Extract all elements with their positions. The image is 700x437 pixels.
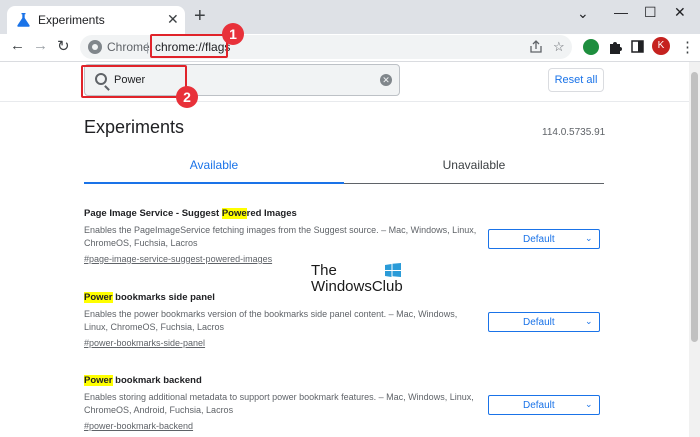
- annotation-badge-2: 2: [176, 86, 198, 108]
- share-icon[interactable]: [529, 40, 543, 54]
- chevron-down-icon: ⌄: [585, 233, 593, 243]
- watermark-line2: WindowsClub: [311, 278, 403, 295]
- windows-logo-icon: [385, 263, 401, 277]
- grammarly-icon[interactable]: [583, 39, 599, 55]
- tabs-row: Available Unavailable: [84, 150, 604, 184]
- chrome-icon: [88, 40, 102, 54]
- chevron-down-icon: ⌄: [585, 316, 593, 326]
- extensions-icon[interactable]: [608, 40, 622, 54]
- clear-search-icon[interactable]: ✕: [380, 74, 392, 86]
- flag-title-text: Page Image Service - Suggest: [84, 208, 222, 219]
- reload-button[interactable]: ↻: [57, 37, 70, 55]
- menu-icon[interactable]: ⋮: [680, 38, 695, 56]
- search-highlight: Power: [84, 375, 113, 386]
- tab-title: Experiments: [38, 13, 105, 27]
- watermark: The WindowsClub: [311, 262, 403, 295]
- omnibox-chrome-label: Chrome: [107, 40, 150, 54]
- flag-title: Page Image Service - Suggest Powered Ima…: [84, 208, 604, 221]
- reset-all-button[interactable]: Reset all: [548, 68, 604, 92]
- back-button[interactable]: ←: [10, 37, 25, 54]
- tab-unavailable[interactable]: Unavailable: [344, 150, 604, 184]
- star-icon[interactable]: ☆: [553, 39, 565, 55]
- forward-button[interactable]: →: [33, 37, 48, 54]
- search-highlight: Powe: [221, 208, 247, 219]
- version-label: 114.0.5735.91: [542, 127, 606, 138]
- flag-anchor-link[interactable]: #power-bookmark-backend: [84, 421, 604, 431]
- flag-state-dropdown[interactable]: Default ⌄: [488, 229, 600, 249]
- omnibox-separator: |: [146, 40, 150, 54]
- search-highlight: Power: [84, 292, 113, 303]
- flag-title-text: bookmarks side panel: [112, 292, 215, 303]
- side-panel-icon[interactable]: [631, 40, 644, 53]
- tab-search-icon[interactable]: ⌄: [577, 5, 589, 22]
- flask-icon: [17, 13, 30, 27]
- dropdown-value: Default: [523, 400, 555, 411]
- tab-close-icon[interactable]: ✕: [167, 11, 179, 28]
- page-scrollbar[interactable]: [689, 62, 700, 437]
- flag-state-dropdown[interactable]: Default ⌄: [488, 312, 600, 332]
- title-bar: Experiments ✕ + ⌄ — ☐ ✕: [0, 0, 700, 34]
- flag-description: Enables the power bookmarks version of t…: [84, 309, 458, 332]
- flag-description: Enables storing additional metadata to s…: [84, 392, 474, 415]
- profile-avatar[interactable]: K: [652, 37, 670, 55]
- maximize-button[interactable]: ☐: [644, 4, 657, 21]
- page-title: Experiments: [84, 117, 185, 137]
- dropdown-value: Default: [523, 317, 555, 328]
- annotation-url-box: [150, 34, 228, 58]
- flag-title-text: red Images: [246, 208, 297, 219]
- flag-title: Power bookmark backend: [84, 375, 604, 388]
- browser-toolbar: ← → ↻ Chrome | chrome://flags ☆ K ⋮: [0, 34, 700, 62]
- new-tab-button[interactable]: +: [194, 6, 206, 26]
- flag-item: Power bookmarks side panel Enables the p…: [84, 292, 604, 348]
- flag-description: Enables the PageImageService fetching im…: [84, 225, 477, 248]
- scrollbar-thumb[interactable]: [691, 72, 698, 342]
- chevron-down-icon: ⌄: [585, 399, 593, 409]
- flag-anchor-link[interactable]: #power-bookmarks-side-panel: [84, 338, 604, 348]
- tab-experiments[interactable]: Experiments ✕: [7, 6, 185, 34]
- dropdown-value: Default: [523, 234, 555, 245]
- minimize-button[interactable]: —: [614, 4, 628, 20]
- annotation-badge-1: 1: [222, 23, 244, 45]
- flag-state-dropdown[interactable]: Default ⌄: [488, 395, 600, 415]
- annotation-search-box: [81, 65, 187, 98]
- flag-item: Page Image Service - Suggest Powered Ima…: [84, 208, 604, 264]
- flag-item: Power bookmark backend Enables storing a…: [84, 375, 604, 431]
- close-window-button[interactable]: ✕: [674, 4, 686, 21]
- tab-available[interactable]: Available: [84, 150, 344, 184]
- flag-title-text: bookmark backend: [112, 375, 202, 386]
